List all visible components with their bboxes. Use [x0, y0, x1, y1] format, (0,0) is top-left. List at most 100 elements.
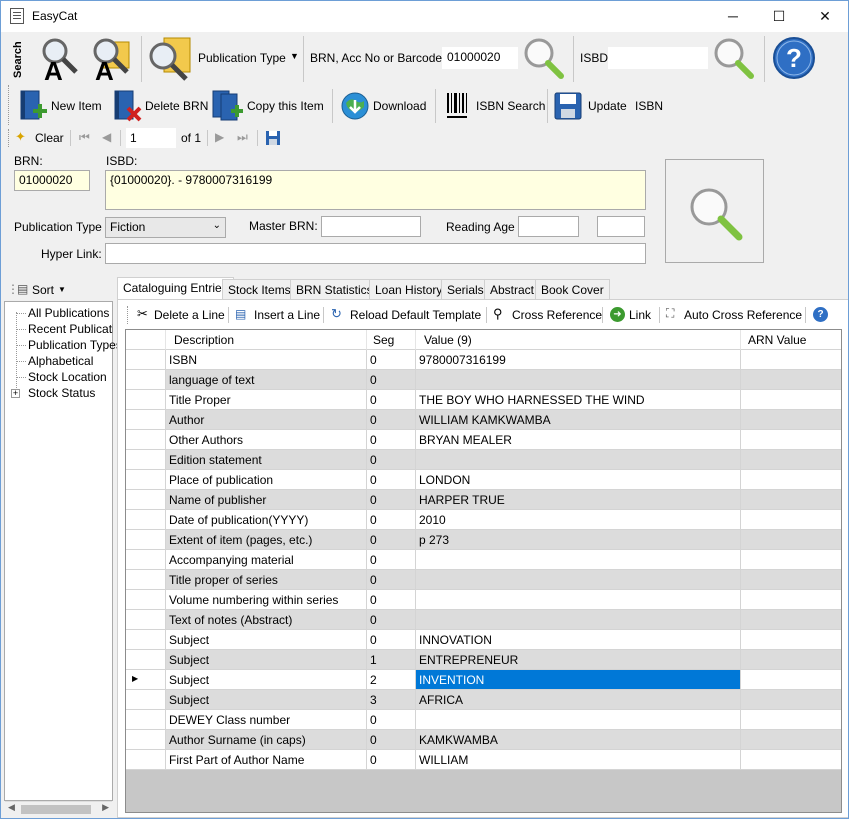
- copy-item-icon[interactable]: [211, 89, 245, 123]
- cell-arn-value[interactable]: [741, 370, 841, 390]
- cell-value[interactable]: AFRICA: [416, 690, 741, 710]
- table-row[interactable]: Author Surname (in caps) 0 KAMKWAMBA: [126, 730, 841, 750]
- clear-icon[interactable]: ✦: [15, 129, 26, 145]
- cell-arn-value[interactable]: [741, 750, 841, 770]
- tree-item-recent-publications[interactable]: Recent Publications: [28, 322, 113, 336]
- cell-value[interactable]: p 273: [416, 530, 741, 550]
- isbd-field[interactable]: {01000020}. - 9780007316199: [105, 170, 646, 210]
- tab-cataloguing-entries[interactable]: Cataloguing Entries: [117, 277, 234, 299]
- row-header[interactable]: [126, 730, 166, 750]
- cell-arn-value[interactable]: [741, 470, 841, 490]
- chevron-down-icon[interactable]: ▼: [58, 285, 66, 294]
- cell-description[interactable]: Subject: [166, 670, 367, 690]
- cell-description[interactable]: Volume numbering within series: [166, 590, 367, 610]
- cell-arn-value[interactable]: [741, 390, 841, 410]
- record-position-input[interactable]: 1: [126, 128, 176, 148]
- cell-arn-value[interactable]: [741, 410, 841, 430]
- row-header[interactable]: [126, 610, 166, 630]
- cell-seg[interactable]: 0: [367, 590, 416, 610]
- minimize-button[interactable]: ─: [710, 1, 756, 31]
- table-row[interactable]: Place of publication 0 LONDON: [126, 470, 841, 490]
- tab-stock-items[interactable]: Stock Items: [222, 279, 297, 299]
- grid-help-icon[interactable]: ?: [813, 307, 828, 322]
- cell-seg[interactable]: 0: [367, 470, 416, 490]
- table-row[interactable]: language of text 0: [126, 370, 841, 390]
- reload-template-button[interactable]: Reload Default Template: [350, 308, 481, 322]
- table-row[interactable]: Subject 3 AFRICA: [126, 690, 841, 710]
- save-icon[interactable]: [553, 91, 583, 121]
- cell-seg[interactable]: 0: [367, 410, 416, 430]
- column-header-value[interactable]: Value (9): [416, 330, 741, 350]
- column-header-description[interactable]: Description: [166, 330, 367, 350]
- cell-arn-value[interactable]: [741, 650, 841, 670]
- row-header[interactable]: [126, 550, 166, 570]
- tree-item-stock-location[interactable]: Stock Location: [28, 370, 107, 384]
- cell-description[interactable]: Edition statement: [166, 450, 367, 470]
- cell-description[interactable]: Title Proper: [166, 390, 367, 410]
- master-brn-field[interactable]: [321, 216, 421, 237]
- search-author-icon[interactable]: A: [89, 36, 135, 86]
- isbn-search-button[interactable]: ISBN Search: [476, 99, 545, 113]
- previous-record-icon[interactable]: ◀: [102, 130, 111, 144]
- table-row[interactable]: Subject 1 ENTREPRENEUR: [126, 650, 841, 670]
- first-record-icon[interactable]: ⏮: [79, 130, 90, 145]
- cell-value[interactable]: KAMKWAMBA: [416, 730, 741, 750]
- scrollbar-thumb[interactable]: [21, 805, 91, 814]
- cell-arn-value[interactable]: [741, 430, 841, 450]
- cell-description[interactable]: Subject: [166, 690, 367, 710]
- table-row[interactable]: Other Authors 0 BRYAN MEALER: [126, 430, 841, 450]
- sort-dropdown[interactable]: Sort: [32, 283, 54, 297]
- download-button[interactable]: Download: [373, 99, 426, 113]
- cell-value[interactable]: [416, 370, 741, 390]
- brn-search-input[interactable]: 01000020: [442, 47, 518, 69]
- cell-value[interactable]: HARPER TRUE: [416, 490, 741, 510]
- cell-seg[interactable]: 0: [367, 390, 416, 410]
- cell-description[interactable]: Place of publication: [166, 470, 367, 490]
- cell-arn-value[interactable]: [741, 730, 841, 750]
- tab-abstract[interactable]: Abstract: [484, 279, 541, 299]
- chevron-down-icon[interactable]: ▼: [290, 51, 299, 61]
- cross-reference-button[interactable]: Cross Reference: [512, 308, 602, 322]
- row-header[interactable]: [126, 690, 166, 710]
- row-header[interactable]: [126, 530, 166, 550]
- table-row[interactable]: ▶ Subject 2 INVENTION: [126, 670, 841, 690]
- reading-age-to-field[interactable]: [597, 216, 645, 237]
- row-header[interactable]: [126, 630, 166, 650]
- row-header[interactable]: [126, 510, 166, 530]
- cell-arn-value[interactable]: [741, 610, 841, 630]
- row-header[interactable]: [126, 370, 166, 390]
- table-row[interactable]: Accompanying material 0: [126, 550, 841, 570]
- clear-button[interactable]: Clear: [35, 131, 64, 145]
- insert-line-icon[interactable]: ▤: [235, 307, 246, 321]
- row-header[interactable]: [126, 650, 166, 670]
- cell-value[interactable]: ENTREPRENEUR: [416, 650, 741, 670]
- tab-brn-statistics[interactable]: BRN Statistics: [290, 279, 379, 299]
- delete-brn-icon[interactable]: [111, 89, 143, 123]
- table-row[interactable]: Date of publication(YYYY) 0 2010: [126, 510, 841, 530]
- row-header[interactable]: ▶: [126, 670, 166, 690]
- cell-seg[interactable]: 0: [367, 530, 416, 550]
- link-arrow-icon[interactable]: ➜: [610, 307, 625, 322]
- cell-seg[interactable]: 0: [367, 550, 416, 570]
- cell-seg[interactable]: 0: [367, 370, 416, 390]
- cell-seg[interactable]: 0: [367, 490, 416, 510]
- row-header[interactable]: [126, 390, 166, 410]
- cross-reference-icon[interactable]: ⚲: [493, 306, 503, 322]
- publication-type-select[interactable]: Fiction ⌄: [105, 217, 226, 238]
- column-header-seg[interactable]: Seg: [367, 330, 416, 350]
- cell-description[interactable]: Other Authors: [166, 430, 367, 450]
- cell-value[interactable]: [416, 570, 741, 590]
- cell-description[interactable]: Text of notes (Abstract): [166, 610, 367, 630]
- table-row[interactable]: Title proper of series 0: [126, 570, 841, 590]
- row-header[interactable]: [126, 450, 166, 470]
- expand-icon[interactable]: +: [11, 389, 20, 398]
- table-row[interactable]: Author 0 WILLIAM KAMKWAMBA: [126, 410, 841, 430]
- cell-value[interactable]: 9780007316199: [416, 350, 741, 370]
- cell-description[interactable]: Extent of item (pages, etc.): [166, 530, 367, 550]
- table-row[interactable]: Volume numbering within series 0: [126, 590, 841, 610]
- cell-value[interactable]: BRYAN MEALER: [416, 430, 741, 450]
- cell-seg[interactable]: 3: [367, 690, 416, 710]
- save-record-icon[interactable]: [265, 130, 281, 146]
- cell-arn-value[interactable]: [741, 530, 841, 550]
- cell-value[interactable]: WILLIAM: [416, 750, 741, 770]
